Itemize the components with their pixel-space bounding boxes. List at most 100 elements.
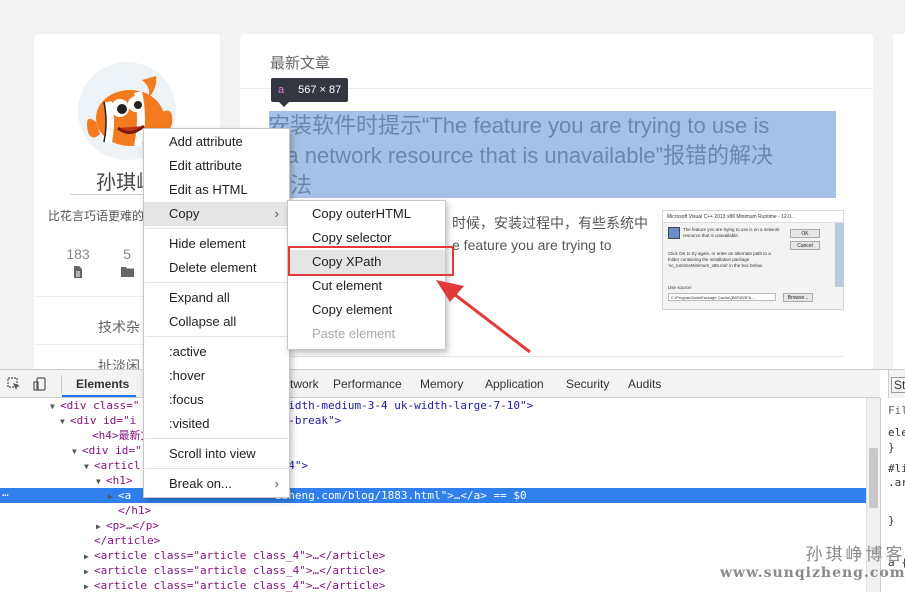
scrollbar-thumb[interactable] <box>869 448 878 508</box>
tab-performance[interactable]: Performance <box>333 377 402 391</box>
chevron-right-icon: › <box>274 206 279 221</box>
menu-item-scroll-into-view[interactable]: Scroll into view <box>144 442 289 466</box>
menu-item-active[interactable]: :active <box>144 340 289 364</box>
folder-icon <box>107 266 147 280</box>
styles-line: ele <box>888 426 905 439</box>
menu-item-add-attribute[interactable]: Add attribute <box>144 130 289 154</box>
dom-node[interactable]: ▶ <article class="article class_4">…</art… <box>0 548 385 563</box>
expand-toggle-icon[interactable]: ▼ <box>96 474 106 489</box>
styles-line: .ar <box>888 476 905 489</box>
dom-node-rest: -width-medium-3-4 uk-width-large-7-10"> <box>275 399 534 412</box>
inspect-tooltip-size: 567 × 87 <box>298 84 342 96</box>
inspect-element-icon[interactable] <box>7 377 21 391</box>
menu-item-copy-element[interactable]: Copy element <box>288 298 445 322</box>
dom-node-markup: </article> <box>94 534 161 547</box>
menu-item-copy-outerhtml[interactable]: Copy outerHTML <box>288 202 445 226</box>
menu-item-hide-element[interactable]: Hide element <box>144 232 289 256</box>
inspect-tooltip: a 567 × 87 <box>271 78 349 107</box>
menu-item-focus[interactable]: :focus <box>144 388 289 412</box>
dom-node-markup: </h1> <box>118 504 152 517</box>
thumb-hint: Click OK to try again, or enter an alter… <box>668 251 771 268</box>
dom-node-markup: <div id=" <box>82 444 142 457</box>
tab-network[interactable]: twork <box>290 377 319 391</box>
expand-toggle-icon[interactable]: ▼ <box>72 444 82 459</box>
article-title-text: 安装软件时提示“The feature you are trying to us… <box>269 113 773 198</box>
dom-node-markup: <div class=" <box>60 399 140 412</box>
expand-toggle-icon[interactable]: ▼ <box>84 459 94 474</box>
tab-audits[interactable]: Audits <box>628 377 661 391</box>
styles-tab[interactable]: Sty <box>888 370 905 398</box>
menu-item-label: Expand all <box>169 290 230 305</box>
dom-node[interactable]: ▶ <article class="article class_4">…</art… <box>0 578 385 592</box>
profile-nav-tech[interactable]: 技术杂 <box>98 317 140 337</box>
thumb-window-title: Microsoft Visual C++ 2013 x86 Minimum Ru… <box>663 211 843 223</box>
dom-node-rest: izheng.com/blog/1883.html">…</a> == $0 <box>275 489 527 502</box>
menu-item-label: Break on... <box>169 476 232 491</box>
menu-item-label: Collapse all <box>169 314 237 329</box>
watermark-title: 孙琪峥博客 <box>805 545 905 565</box>
dom-node[interactable]: <h4>最新文 <box>0 428 152 443</box>
expand-toggle-icon[interactable]: ▼ <box>60 414 70 429</box>
tab-security[interactable]: Security <box>566 377 609 391</box>
annotation-highlight-box <box>288 246 454 276</box>
menu-item-break-on[interactable]: Break on... › <box>144 472 289 496</box>
expand-toggle-icon[interactable]: ▶ <box>84 579 94 592</box>
article-title-link[interactable]: 安装软件时提示“The feature you are trying to us… <box>269 111 836 198</box>
annotation-arrow-icon <box>436 280 531 354</box>
menu-item-collapse-all[interactable]: Collapse all <box>144 310 289 334</box>
dom-node[interactable]: ▼ <h1> <box>0 473 133 488</box>
thumb-side-panel <box>835 223 844 287</box>
styles-line: } <box>888 441 895 454</box>
stat-categories[interactable]: 5 <box>107 246 147 280</box>
dom-node-markup: <h1> <box>106 474 133 487</box>
menu-item-visited[interactable]: :visited <box>144 412 289 436</box>
article-separator <box>270 356 843 357</box>
dom-node[interactable]: ▶ <article class="article class_4">…</art… <box>0 563 385 578</box>
dom-node-markup: <articl <box>94 459 141 472</box>
dom-node[interactable]: ▼ <articl s_4"> <box>0 458 308 474</box>
expand-toggle-icon[interactable]: ▶ <box>96 519 106 534</box>
menu-item-edit-as-html[interactable]: Edit as HTML <box>144 178 289 202</box>
styles-line: #li <box>888 462 905 475</box>
installer-icon <box>668 227 680 239</box>
dom-node[interactable]: ▼ <div class=" -width-medium-3-4 uk-width-… <box>0 398 533 414</box>
menu-item-label: Copy outerHTML <box>312 206 411 221</box>
menu-item-hover[interactable]: :hover <box>144 364 289 388</box>
menu-item-label: Copy element <box>312 302 393 317</box>
menu-item-label: Add attribute <box>169 134 243 149</box>
dom-node[interactable]: </article> <box>0 533 160 548</box>
article-thumbnail[interactable]: Microsoft Visual C++ 2013 x86 Minimum Ru… <box>662 210 844 310</box>
menu-item-copy[interactable]: Copy › <box>144 202 289 226</box>
devtools-tabbar: Elements twork Performance Memory Applic… <box>0 370 880 398</box>
menu-separator <box>145 228 290 229</box>
menu-item-delete-element[interactable]: Delete element <box>144 256 289 280</box>
tab-memory[interactable]: Memory <box>420 377 463 391</box>
menu-item-label: Paste element <box>312 326 396 341</box>
menu-item-expand-all[interactable]: Expand all <box>144 286 289 310</box>
menu-item-label: Copy <box>169 206 200 221</box>
stat-articles[interactable]: 183 <box>58 246 98 281</box>
dom-node[interactable]: ▼ <div id=" <box>0 443 142 458</box>
menu-item-edit-attribute[interactable]: Edit attribute <box>144 154 289 178</box>
thumb-ok-button: OK <box>790 229 820 238</box>
dom-node[interactable]: </h1> <box>0 503 151 518</box>
active-tab-indicator <box>62 395 136 397</box>
dom-node[interactable]: ▼ <div id="i xt-break"> <box>0 413 341 429</box>
menu-item-label: Edit attribute <box>169 158 242 173</box>
tab-application[interactable]: Application <box>485 377 544 391</box>
expand-toggle-icon[interactable]: ▶ <box>84 549 94 564</box>
expand-toggle-icon[interactable]: ▶ <box>84 564 94 579</box>
thumb-message: The feature you are trying to use is on … <box>683 227 780 238</box>
menu-item-cut-element[interactable]: Cut element <box>288 274 445 298</box>
dom-node-markup: <p>…</p> <box>106 519 159 532</box>
stat-categories-value: 5 <box>123 246 131 262</box>
thumb-browse-button: Browse... <box>783 293 813 302</box>
expand-toggle-icon[interactable]: ▼ <box>50 399 60 414</box>
expand-toggle-icon[interactable]: ▶ <box>108 489 118 504</box>
device-toolbar-icon[interactable] <box>33 377 47 391</box>
document-icon <box>58 266 98 281</box>
dom-node-selected[interactable]: ▶ <a izheng.com/blog/1883.html">…</a> == … <box>0 488 866 503</box>
tab-elements[interactable]: Elements <box>76 377 129 391</box>
dom-node[interactable]: ▶ <p>…</p> <box>0 518 159 533</box>
styles-filter[interactable]: Filte <box>888 404 905 417</box>
